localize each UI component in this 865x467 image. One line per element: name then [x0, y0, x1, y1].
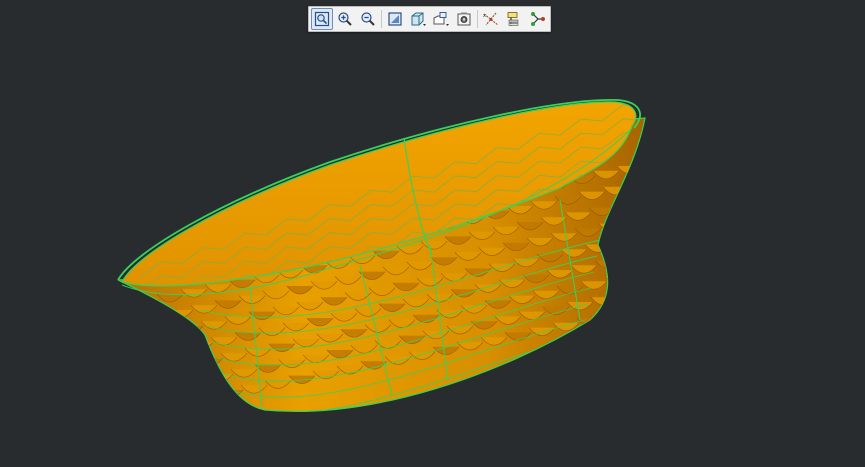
datum-display-icon: x: [483, 12, 499, 26]
view-mode-button[interactable]: [430, 8, 452, 30]
toolbar-separator: [477, 10, 478, 28]
scale-facet: [132, 298, 160, 308]
zoom-in-button[interactable]: [334, 8, 356, 30]
scale-facet: [168, 399, 196, 408]
scale-facet: [618, 255, 645, 264]
scale-facet: [138, 351, 166, 360]
svg-text:x: x: [483, 13, 486, 19]
scale-facet: [624, 308, 645, 317]
scale-facet: [647, 214, 673, 222]
scale-facet: [182, 378, 210, 388]
scale-facet: [612, 202, 640, 212]
spin-center-icon: [531, 12, 545, 26]
view-toolbar: x: [308, 6, 551, 32]
scale-facet: [144, 404, 172, 412]
scale-facet: [622, 218, 645, 228]
scale-facet: [148, 367, 176, 376]
scale-facet: [128, 335, 156, 344]
annotation-display-button[interactable]: [503, 8, 525, 30]
datum-display-button[interactable]: x: [480, 8, 502, 30]
scale-facet: [124, 372, 152, 381]
model-bowl-3d[interactable]: [0, 0, 865, 467]
annotation-display-icon: [507, 12, 519, 26]
scale-facet: [640, 160, 645, 170]
scale-facet: [162, 346, 190, 356]
scale-facet: [632, 234, 645, 244]
scale-facet: [192, 394, 220, 404]
scale-facet: [158, 383, 186, 392]
spin-center-button[interactable]: [526, 8, 548, 30]
scale-facet: [636, 197, 645, 207]
zoom-in-icon: [338, 12, 352, 26]
zoom-fit-icon: [314, 11, 330, 27]
scale-facet: [638, 287, 645, 296]
zoom-fit-button[interactable]: [311, 8, 333, 30]
scale-facet: [142, 314, 170, 324]
scale-facet: [176, 325, 204, 335]
view-orientation-icon: [388, 12, 402, 26]
view-mode-icon: [433, 12, 449, 26]
scale-facet: [604, 276, 632, 285]
zoom-out-button[interactable]: [357, 8, 379, 30]
display-style-icon: [411, 12, 426, 26]
display-style-button[interactable]: [407, 8, 429, 30]
scale-facet: [216, 389, 244, 399]
scale-facet: [172, 362, 200, 372]
scale-facet: [626, 181, 645, 191]
zoom-out-icon: [361, 12, 375, 26]
scale-facet: [134, 388, 162, 397]
scale-facet: [642, 250, 645, 260]
scale-facet: [598, 223, 626, 232]
saved-views-icon: [457, 12, 471, 26]
scale-facet: [152, 330, 180, 340]
scale-facet: [651, 177, 677, 185]
saved-views-button[interactable]: [453, 8, 475, 30]
toolbar-separator: [381, 10, 382, 28]
view-orientation-button[interactable]: [384, 8, 406, 30]
scale-facet: [628, 271, 645, 280]
scale-facet: [600, 312, 628, 322]
scale-facet: [614, 292, 642, 301]
graphics-viewport[interactable]: [0, 0, 865, 467]
scale-facet: [608, 239, 636, 248]
scale-facet: [120, 408, 148, 412]
